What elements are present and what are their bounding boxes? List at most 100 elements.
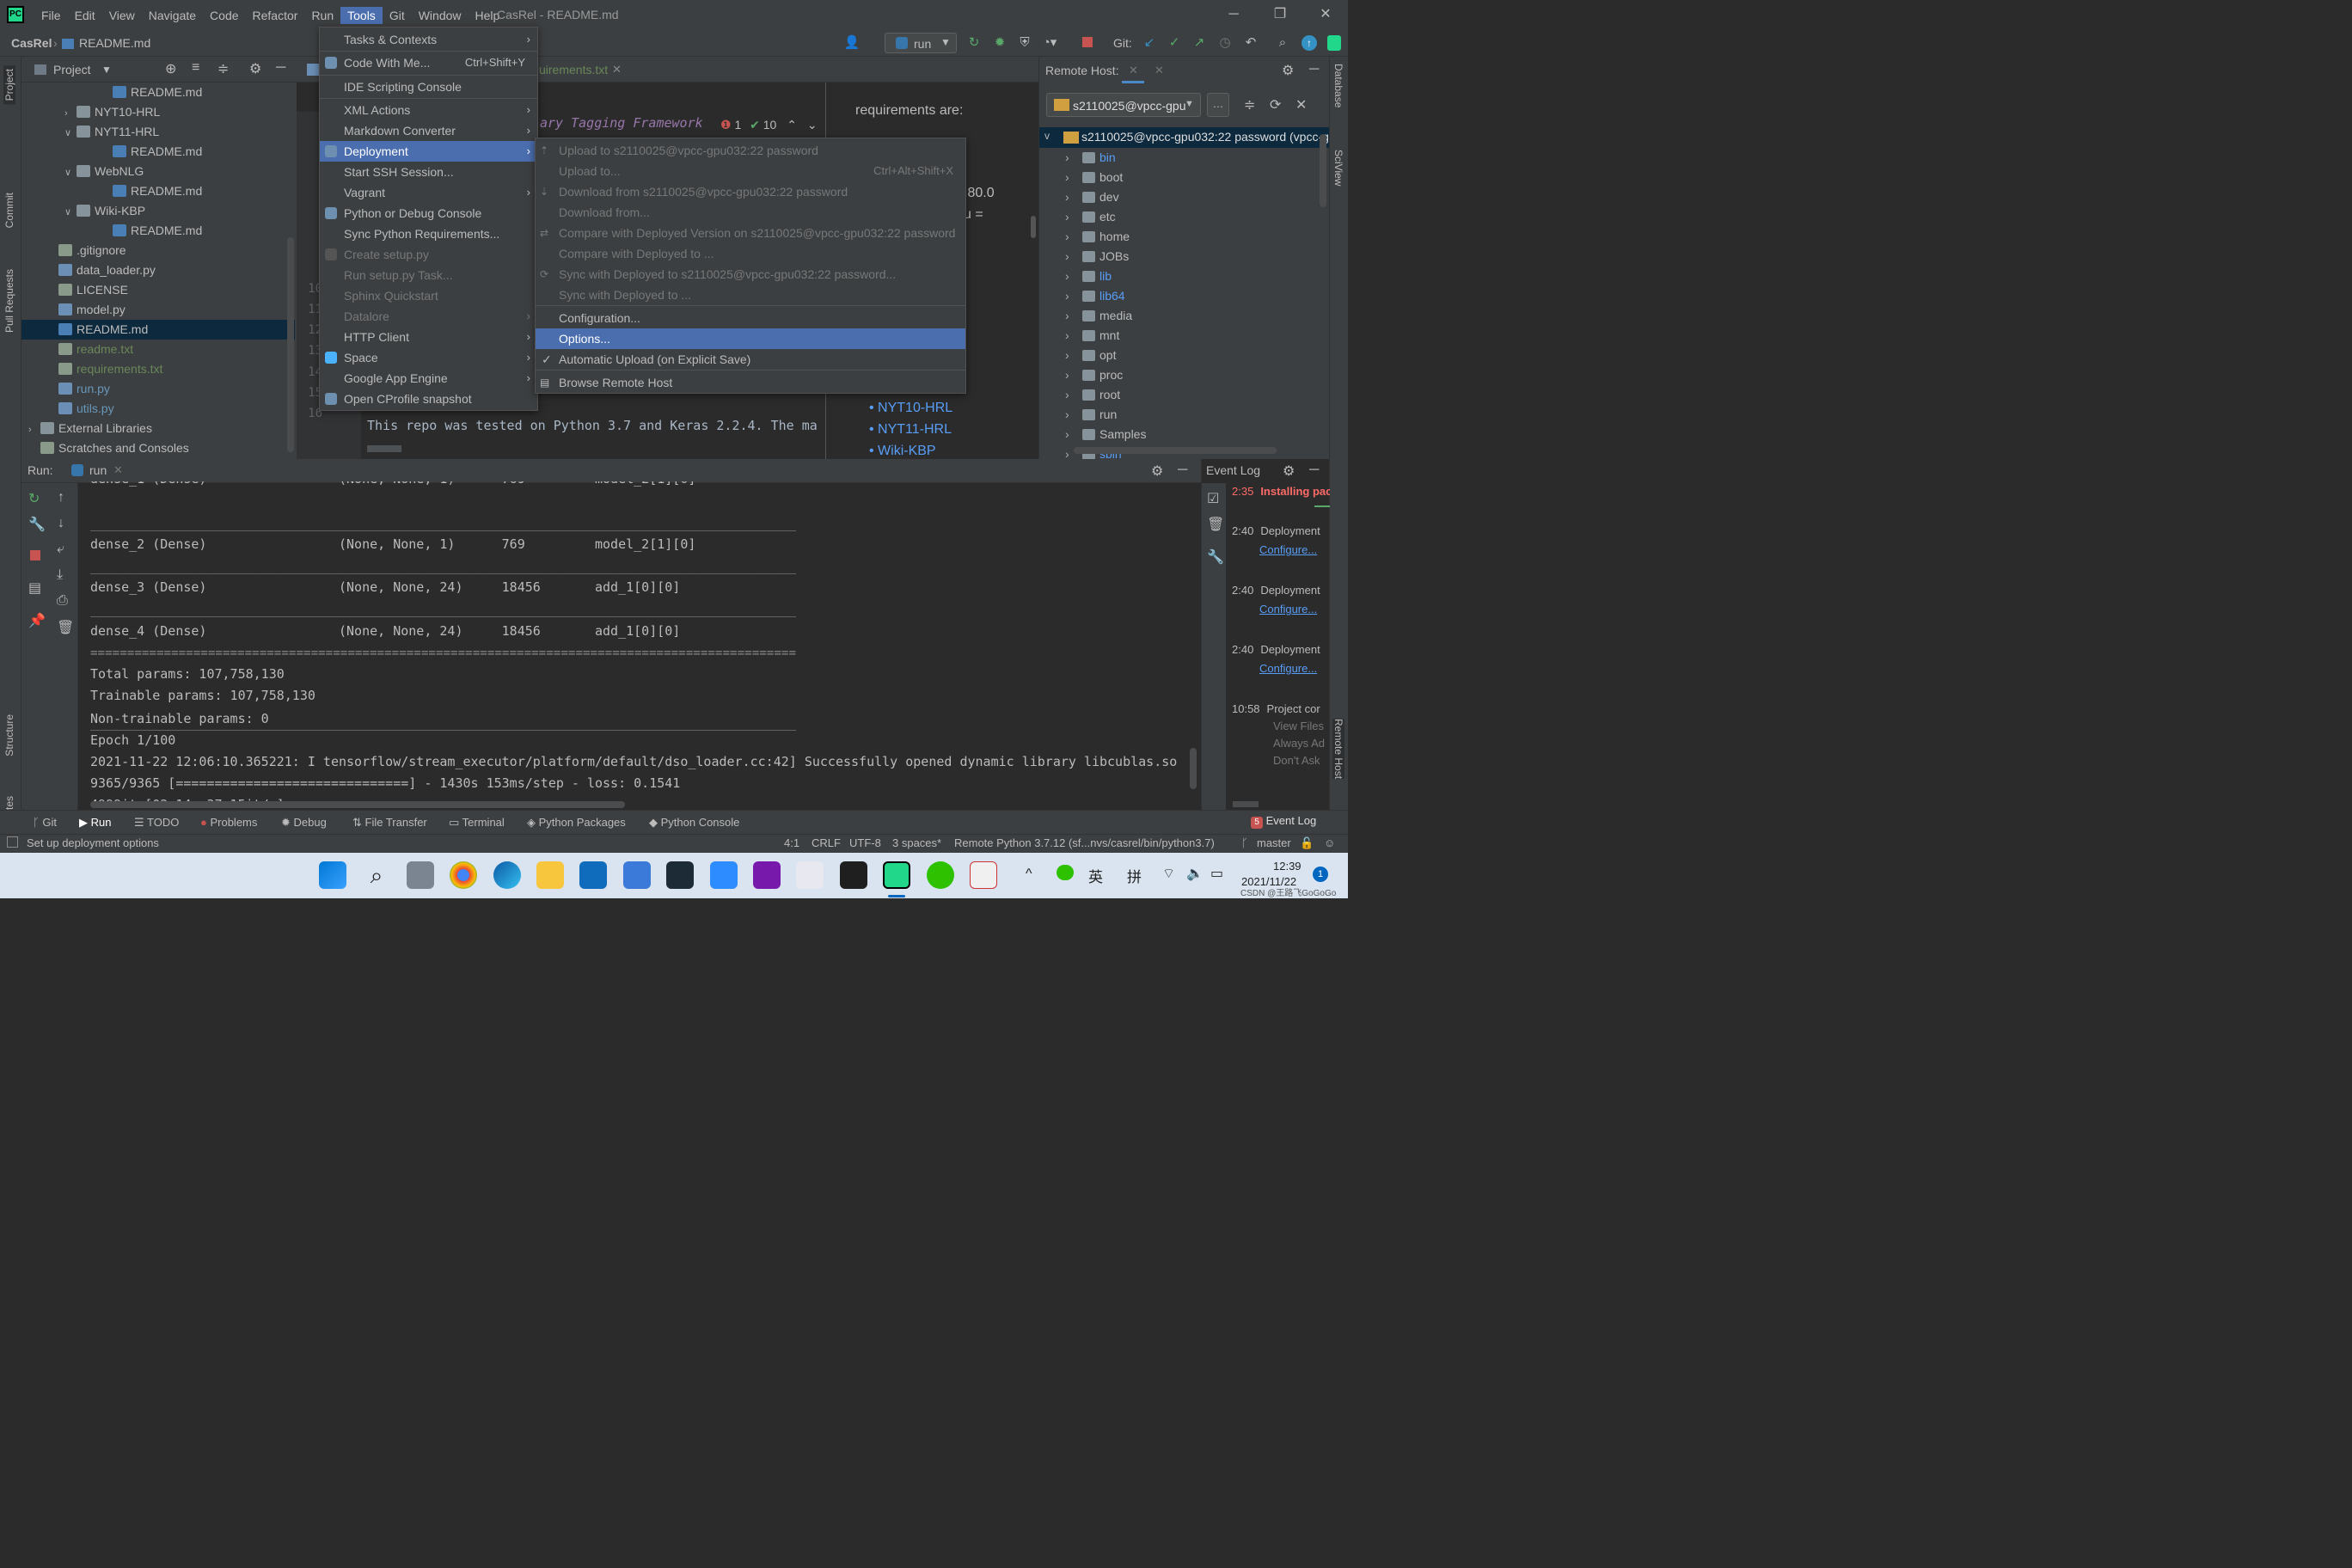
- minimize-icon[interactable]: ─: [1222, 5, 1246, 24]
- submenu-item-options[interactable]: Options...: [536, 328, 965, 349]
- hide-icon[interactable]: ─: [1178, 462, 1187, 478]
- collapse-icon[interactable]: ≑: [1244, 96, 1255, 113]
- event-action[interactable]: View Files: [1273, 720, 1330, 732]
- chevron-right-icon[interactable]: ›: [1065, 365, 1069, 385]
- stop-icon[interactable]: [30, 550, 40, 560]
- toolwindow-terminal[interactable]: ▭ Terminal: [449, 816, 505, 830]
- git-push-icon[interactable]: ↗: [1190, 34, 1209, 52]
- remote-folder[interactable]: › proc: [1039, 365, 1314, 385]
- menu-navigate[interactable]: Navigate: [142, 7, 203, 24]
- pycharm-icon[interactable]: [883, 861, 910, 889]
- configure-link[interactable]: Configure...: [1259, 543, 1330, 556]
- task-view-icon[interactable]: [407, 861, 434, 889]
- arrow-up-icon[interactable]: ↑: [58, 490, 64, 505]
- menu-item-deployment[interactable]: Deployment ›: [320, 141, 537, 162]
- inspection-widget[interactable]: ❶ 1 ✔ 10 ⌃ ⌄: [720, 118, 818, 132]
- pin-icon[interactable]: 📌: [28, 612, 46, 629]
- start-icon[interactable]: [319, 861, 346, 889]
- chevron-down-icon[interactable]: ⌄: [807, 118, 818, 132]
- menu-item-http-client[interactable]: HTTP Client ›: [320, 327, 537, 347]
- tree-item[interactable]: LICENSE: [21, 280, 295, 300]
- chevron-up-icon[interactable]: ⌃: [787, 118, 797, 132]
- remote-folder[interactable]: › opt: [1039, 346, 1314, 365]
- zoom-icon[interactable]: [710, 861, 738, 889]
- scrollbar[interactable]: [1190, 748, 1197, 789]
- interpreter[interactable]: Remote Python 3.7.12 (sf...nvs/casrel/bi…: [954, 836, 1215, 849]
- event-action[interactable]: Don't Ask: [1273, 754, 1330, 767]
- onenote-icon[interactable]: [753, 861, 781, 889]
- gear-icon[interactable]: ⚙: [1151, 462, 1163, 480]
- configure-link[interactable]: Configure...: [1259, 603, 1330, 616]
- tab-structure[interactable]: Structure: [3, 714, 15, 756]
- tab-sciview[interactable]: SciView: [1332, 150, 1344, 186]
- run-config-selector[interactable]: run ▼: [885, 33, 957, 53]
- tree-item[interactable]: ∨ Wiki-KBP: [21, 201, 295, 221]
- chevron-right-icon[interactable]: ›: [1065, 306, 1069, 326]
- remote-folder[interactable]: › Samples: [1039, 425, 1314, 444]
- tree-item[interactable]: .gitignore: [21, 241, 295, 260]
- snipping-icon[interactable]: [970, 861, 997, 889]
- tree-item[interactable]: run.py: [21, 379, 295, 399]
- volume-icon[interactable]: 🔈: [1186, 865, 1204, 882]
- tree-item[interactable]: ∨ WebNLG: [21, 162, 295, 181]
- toolwindow-git[interactable]: ᚴ Git: [33, 816, 57, 829]
- menu-run[interactable]: Run: [304, 7, 340, 24]
- lock-icon[interactable]: 🔓: [1300, 836, 1314, 850]
- inkscape-icon[interactable]: [666, 861, 694, 889]
- submenu-item-automatic-upload-on-explicit-save[interactable]: ✓ Automatic Upload (on Explicit Save): [536, 349, 965, 370]
- tab-pull-requests[interactable]: Pull Requests: [3, 269, 15, 333]
- layout-icon[interactable]: ▤: [28, 579, 41, 597]
- remote-folder[interactable]: › boot: [1039, 168, 1314, 187]
- event-log-button[interactable]: 5 Event Log: [1251, 814, 1316, 831]
- preview-link[interactable]: • NYT11-HRL: [869, 422, 952, 438]
- chevron-right-icon[interactable]: ›: [1065, 326, 1069, 346]
- user-icon[interactable]: 👤▾: [842, 34, 861, 67]
- tree-item[interactable]: README.md: [21, 142, 295, 162]
- clock-time[interactable]: 12:39: [1273, 860, 1302, 873]
- stop-icon[interactable]: [1082, 37, 1093, 47]
- submenu-item-browse-remote-host[interactable]: ▤ Browse Remote Host: [536, 372, 965, 393]
- locate-icon[interactable]: ⊕: [165, 60, 176, 77]
- remote-folder[interactable]: › lib: [1039, 266, 1314, 286]
- gear-icon[interactable]: ⚙: [249, 60, 261, 77]
- menu-window[interactable]: Window: [412, 7, 469, 24]
- scrollbar[interactable]: [287, 237, 294, 452]
- remote-folder[interactable]: › etc: [1039, 207, 1314, 227]
- menu-item-code-with-me[interactable]: Code With Me... Ctrl+Shift+Y: [320, 52, 537, 73]
- chevron-right-icon[interactable]: ›: [1065, 286, 1069, 306]
- browse-button[interactable]: …: [1207, 93, 1229, 117]
- chevron-right-icon[interactable]: ›: [1065, 266, 1069, 286]
- tree-item[interactable]: › External Libraries: [21, 419, 295, 438]
- toolwindow-problems[interactable]: ● Problems: [200, 816, 257, 829]
- close-icon[interactable]: ✕: [1155, 64, 1164, 77]
- menu-item-markdown-converter[interactable]: Markdown Converter ›: [320, 120, 537, 141]
- menu-edit[interactable]: Edit: [68, 7, 102, 24]
- tree-item[interactable]: data_loader.py: [21, 260, 295, 280]
- menu-git[interactable]: Git: [383, 7, 412, 24]
- horizontal-scrollbar[interactable]: [90, 801, 625, 808]
- toolwindow-debug[interactable]: ✹ Debug: [281, 816, 327, 830]
- hide-icon[interactable]: ─: [276, 60, 285, 76]
- ime-language[interactable]: 英: [1088, 865, 1103, 886]
- rerun-icon[interactable]: ↻: [28, 490, 40, 507]
- tree-item[interactable]: README.md: [21, 320, 295, 340]
- wrench-icon[interactable]: 🔧: [1207, 548, 1224, 566]
- notification-count[interactable]: 1: [1313, 867, 1328, 882]
- menu-refactor[interactable]: Refactor: [246, 7, 305, 24]
- project-view-title[interactable]: Project: [53, 63, 91, 77]
- menu-code[interactable]: Code: [203, 7, 245, 24]
- paint-icon[interactable]: [796, 861, 824, 889]
- chevron-right-icon[interactable]: ›: [1065, 247, 1069, 266]
- wrench-icon[interactable]: 🔧: [28, 516, 46, 533]
- memory-icon[interactable]: ☺: [1324, 836, 1335, 849]
- chevron-right-icon[interactable]: ›: [28, 420, 40, 440]
- print-icon[interactable]: ⎙: [57, 593, 68, 609]
- trash-icon[interactable]: 🗑: [57, 619, 74, 636]
- remote-folder[interactable]: › mnt: [1039, 326, 1314, 346]
- run-tab[interactable]: run: [89, 463, 107, 477]
- breadcrumb-file[interactable]: README.md: [79, 36, 150, 50]
- git-branch[interactable]: master: [1257, 836, 1291, 849]
- menu-item-vagrant[interactable]: Vagrant ›: [320, 182, 537, 203]
- terminal-icon[interactable]: [840, 861, 867, 889]
- chevron-right-icon[interactable]: ›: [1065, 385, 1069, 405]
